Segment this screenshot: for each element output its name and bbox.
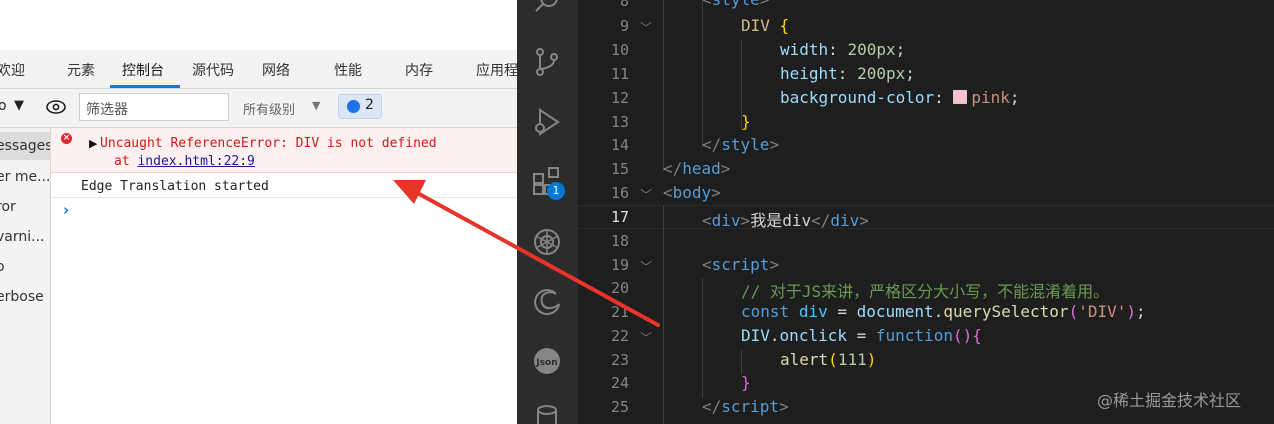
issues-count: 2 [365, 97, 374, 113]
line-number: 12 [610, 89, 629, 107]
line-number: 11 [610, 65, 629, 83]
code-line-12: background-color: pink; [780, 88, 1020, 107]
line-number: 18 [610, 232, 629, 250]
code-line-11: height: 200px; [780, 64, 915, 83]
indent-guide [741, 350, 742, 374]
sidebar-item-messages[interactable]: essages [0, 138, 50, 154]
line-number: 15 [610, 160, 629, 178]
line-number: 8 [619, 0, 629, 10]
code-line-15: </head> [663, 159, 731, 178]
context-dropdown-icon[interactable]: ▼ [14, 98, 24, 113]
console-prompt[interactable]: › [63, 201, 69, 219]
indent-guide [663, 0, 664, 170]
log-text: Edge Translation started [81, 179, 269, 194]
active-tab-indicator [110, 85, 180, 88]
line-number: 16 [610, 184, 629, 202]
svg-text:Json: Json [535, 358, 557, 368]
tab-welcome[interactable]: 欢迎 [0, 60, 25, 80]
line-number: 24 [610, 374, 629, 392]
fold-chevron-icon[interactable]: ﹀ [640, 19, 652, 36]
search-icon[interactable] [532, 0, 562, 16]
line-number: 23 [610, 351, 629, 369]
database-icon[interactable] [532, 404, 562, 424]
tab-elements[interactable]: 元素 [67, 60, 95, 80]
code-line-19: <script> [702, 255, 780, 274]
json-icon[interactable]: Json [532, 346, 562, 376]
sidebar-item-info[interactable]: o [0, 259, 5, 275]
activity-bar: 1 Json [517, 0, 578, 424]
code-line-8: <style> [702, 0, 769, 9]
sidebar-item-warnings[interactable]: varni... [0, 229, 45, 245]
log-message-row: Edge Translation started [51, 173, 517, 198]
code-line-23: alert(111) [780, 350, 877, 369]
source-control-icon[interactable] [532, 47, 562, 77]
context-selector[interactable]: o [0, 98, 7, 114]
line-number: 22 [610, 327, 629, 345]
code-line-17: <div>我是div</div> [702, 211, 869, 230]
color-swatch[interactable] [953, 90, 968, 104]
code-line-22: DIV.onclick = function(){ [741, 326, 982, 345]
fold-chevron-icon[interactable]: ﹀ [640, 329, 652, 346]
fold-chevron-icon[interactable]: ﹀ [640, 186, 652, 203]
line-number: 14 [610, 136, 629, 154]
line-number: 13 [610, 113, 629, 131]
indent-guide [702, 278, 703, 398]
console-toolbar: o ▼ 筛选器 所有级别 ▼ 2 [0, 89, 517, 128]
code-line-14: </style> [702, 135, 780, 154]
edge-icon[interactable] [532, 287, 562, 317]
log-levels-dropdown[interactable]: 所有级别 [243, 99, 295, 118]
fold-chevron-icon[interactable]: ﹀ [640, 258, 652, 275]
extensions-badge: 1 [547, 182, 565, 200]
error-message-row[interactable]: × ▶ Uncaught ReferenceError: DIV is not … [51, 128, 517, 173]
expand-triangle-icon[interactable]: ▶ [89, 137, 97, 150]
filter-placeholder: 筛选器 [86, 102, 128, 118]
error-at-prefix: at [114, 154, 138, 169]
line-number: 21 [610, 303, 629, 321]
code-line-10: width: 200px; [780, 40, 906, 59]
code-line-9: DIV { [741, 16, 790, 35]
indent-guide [663, 205, 664, 424]
console-output: × ▶ Uncaught ReferenceError: DIV is not … [51, 128, 517, 424]
line-number: 25 [610, 398, 629, 416]
error-icon: × [61, 133, 72, 144]
tab-performance[interactable]: 性能 [334, 60, 362, 80]
code-line-16: <body> [663, 183, 721, 202]
line-number: 10 [610, 41, 629, 59]
console-sidebar: essages er me... ror varni... o erbose [0, 128, 51, 424]
code-editor[interactable]: <style> DIV { width: 200px; height: 200p… [578, 0, 1274, 424]
tab-console[interactable]: 控制台 [122, 60, 164, 80]
tab-network[interactable]: 网络 [262, 60, 290, 80]
code-line-24: } [741, 373, 751, 392]
issues-button[interactable]: 2 [338, 94, 382, 119]
chevron-down-icon[interactable]: ▼ [312, 99, 320, 112]
code-line-21: const div = document.querySelector('DIV'… [741, 302, 1146, 321]
sidebar-item-errors[interactable]: ror [0, 199, 16, 215]
chatgpt-icon[interactable] [532, 227, 562, 257]
devtools-tab-bar: 欢迎 元素 控制台 源代码 网络 性能 内存 应用程 [0, 50, 517, 89]
devtools-top-blank [0, 0, 517, 50]
sidebar-item-user-messages[interactable]: er me... [0, 169, 50, 185]
line-number: 20 [610, 279, 629, 297]
code-line-13: } [741, 112, 751, 131]
line-number: 19 [610, 256, 629, 274]
code-line-25: </script> [702, 397, 789, 416]
error-text: Uncaught ReferenceError: DIV is not defi… [100, 136, 437, 151]
tab-application[interactable]: 应用程 [476, 60, 517, 80]
error-location-line: at index.html:22:9 [114, 154, 255, 169]
tab-memory[interactable]: 内存 [405, 60, 433, 80]
message-icon [347, 100, 360, 113]
line-number: 9 [619, 17, 629, 35]
devtools-panel: 欢迎 元素 控制台 源代码 网络 性能 内存 应用程 o ▼ 筛选器 所有级别 … [0, 0, 517, 424]
code-line-20: // 对于JS来讲，严格区分大小写，不能混淆着用。 [741, 282, 1110, 301]
watermark: @稀土掘金技术社区 [1097, 391, 1242, 410]
run-debug-icon[interactable] [532, 107, 562, 137]
current-line-highlight [578, 205, 1274, 229]
error-source-link[interactable]: index.html:22:9 [137, 154, 254, 169]
eye-icon[interactable] [45, 97, 67, 117]
indent-guide [702, 0, 703, 148]
tab-sources[interactable]: 源代码 [192, 60, 234, 80]
filter-field[interactable]: 筛选器 [79, 93, 229, 121]
sidebar-item-verbose[interactable]: erbose [0, 289, 44, 305]
vscode-window: 1 Json 8 9 10 11 12 13 14 15 16 17 18 19… [517, 0, 1274, 424]
